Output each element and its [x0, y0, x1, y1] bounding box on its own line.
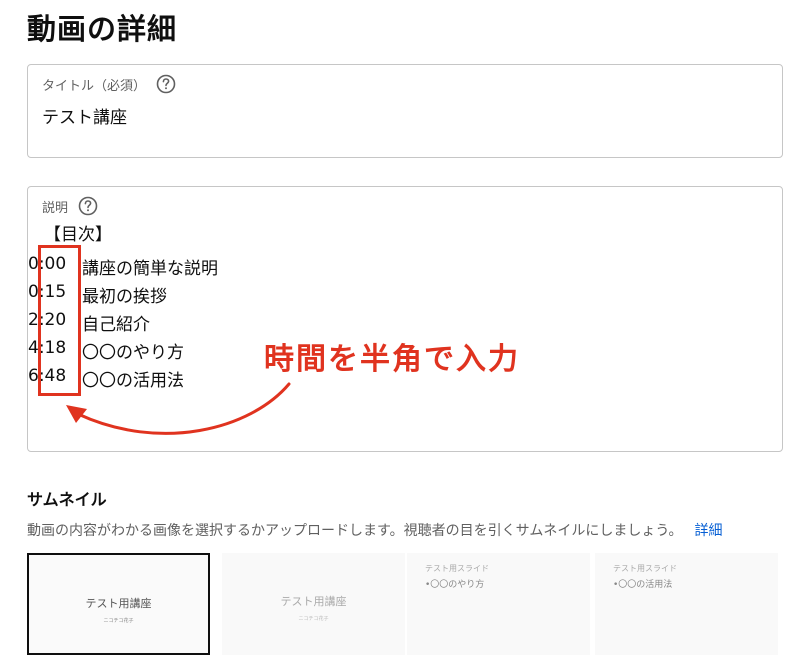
help-icon[interactable]	[156, 74, 176, 94]
thumbnail-subtitle: ニコチコ花子	[103, 618, 134, 624]
thumbnail-slide-title: テスト用スライド	[613, 564, 677, 573]
chapter-title: 最初の挨拶	[82, 287, 167, 307]
thumbnail-option-selected[interactable]: テスト用講座 ニコチコ花子	[27, 553, 210, 655]
thumbnail-option[interactable]: テスト用スライド •〇〇の活用法	[595, 553, 778, 655]
description-field-label: 説明	[42, 196, 98, 216]
thumbnail-slide-title: テスト用スライド	[425, 564, 489, 573]
help-icon[interactable]	[78, 196, 98, 216]
thumbnail-description: 動画の内容がわかる画像を選択するかアップロードします。視聴者の目を引くサムネイル…	[27, 520, 722, 540]
page-title: 動画の詳細	[27, 12, 178, 46]
thumbnail-title: テスト用講座	[85, 597, 152, 610]
title-label-text: タイトル（必須）	[42, 78, 147, 94]
description-heading: 【目次】	[44, 225, 112, 245]
description-field[interactable]: 説明 【目次】 0:00 講座の簡単な説明 0:15 最初の挨拶 2:20 自己…	[27, 186, 783, 452]
description-label-text: 説明	[42, 200, 69, 216]
thumbnail-description-text: 動画の内容がわかる画像を選択するかアップロードします。視聴者の目を引くサムネイル…	[27, 523, 683, 539]
chapter-title: 自己紹介	[82, 315, 150, 335]
timestamp-highlight-box	[38, 245, 81, 396]
title-field-label: タイトル（必須）	[42, 74, 176, 94]
chapter-title: 〇〇のやり方	[82, 343, 184, 363]
chapter-title: 〇〇の活用法	[82, 371, 184, 391]
annotation-text: 時間を半角で入力	[264, 342, 520, 377]
thumbnail-slide-bullet: •〇〇のやり方	[425, 580, 485, 590]
thumbnail-option[interactable]: テスト用スライド •〇〇のやり方	[407, 553, 590, 655]
title-field[interactable]: タイトル（必須） テスト講座	[27, 64, 783, 158]
title-input[interactable]: テスト講座	[42, 103, 127, 128]
thumbnail-subtitle: ニコチコ花子	[298, 616, 329, 622]
thumbnail-slide-bullet: •〇〇の活用法	[613, 580, 673, 590]
thumbnail-heading: サムネイル	[27, 490, 107, 509]
thumbnail-option[interactable]: テスト用講座 ニコチコ花子	[222, 553, 405, 655]
details-link[interactable]: 詳細	[694, 523, 722, 539]
chapter-title: 講座の簡単な説明	[82, 259, 218, 279]
thumbnail-title: テスト用講座	[280, 595, 347, 608]
